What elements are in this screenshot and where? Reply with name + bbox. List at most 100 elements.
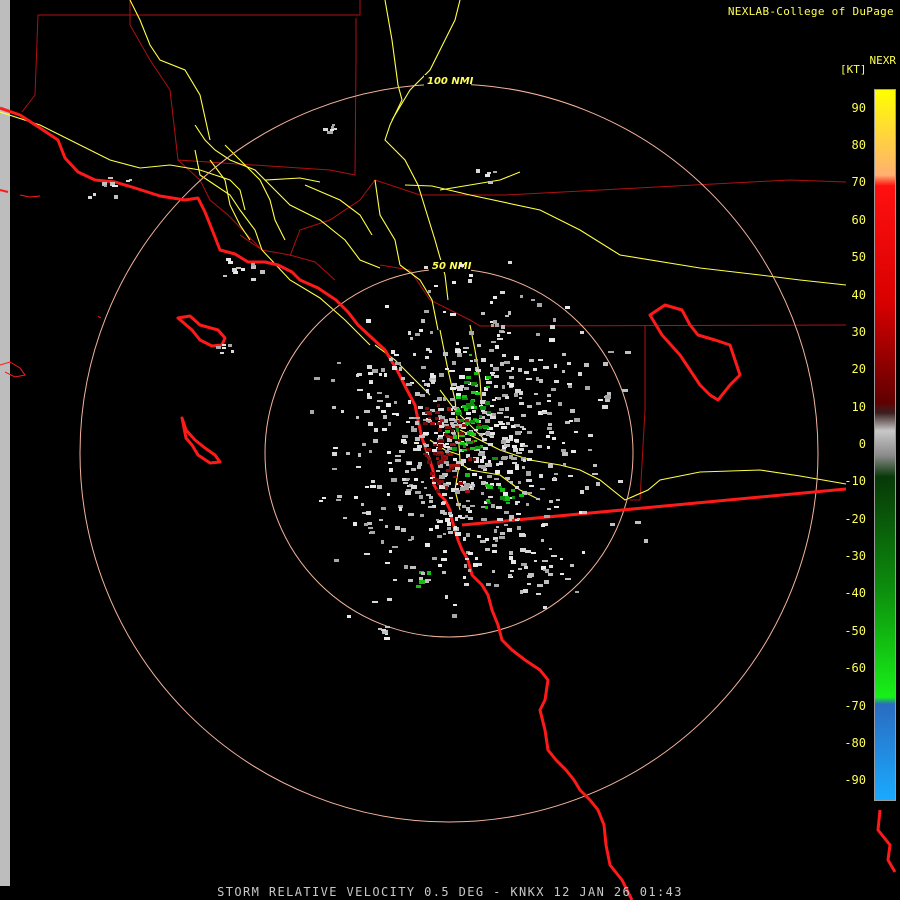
radar-echo-pixel [585,486,589,490]
radar-echo-pixel [504,444,510,447]
radar-echo-pixel [385,305,389,308]
radar-echo-pixel [511,560,516,564]
radar-echo-pixel [505,407,509,411]
radar-echo-pixel [377,392,382,394]
radar-echo-pixel [449,370,455,372]
radar-echo-pixel [425,455,429,457]
radar-echo-pixel [373,439,378,443]
radar-echo-pixel [463,537,466,541]
radar-echo-pixel [519,402,524,405]
radar-echo-pixel [439,475,445,479]
radar-echo-pixel [508,574,512,577]
radar-echo-pixel [490,301,493,304]
radar-echo-pixel [506,502,510,504]
radar-echo-pixel [543,366,549,369]
radar-echo-pixel [507,528,512,532]
radar-echo-pixel [381,540,384,544]
radar-echo-pixel [527,405,532,408]
radar-echo-pixel [504,524,508,526]
radar-echo-pixel [377,485,382,489]
radar-echo-pixel [371,480,375,483]
radar-echo-pixel [527,431,532,434]
radar-echo-pixel [498,421,503,423]
radar-echo-pixel [462,449,467,451]
radar-echo-pixel [226,258,231,261]
radar-echo-pixel [466,507,470,511]
legend-tick-label: 50 [851,250,866,265]
radar-echo-pixel [570,564,574,567]
radar-echo-pixel [547,446,550,449]
radar-echo-pixel [479,476,482,479]
radar-echo-pixel [487,475,492,478]
legend-tick-label: -80 [844,735,866,750]
radar-echo-pixel [420,394,425,397]
radar-echo-pixel [537,303,542,307]
radar-echo-pixel [233,272,237,274]
radar-echo-pixel [432,557,437,560]
radar-echo-pixel [482,456,486,459]
legend-tick-label: -20 [844,511,866,526]
radar-echo-pixel [405,470,409,473]
radar-echo-pixel [395,455,401,457]
radar-echo-pixel [536,498,540,500]
radar-echo-pixel [434,432,438,434]
radar-echo-pixel [393,579,397,581]
radar-echo-pixel [406,421,410,423]
legend-tick-label: 40 [851,287,866,302]
radar-echo-pixel [491,324,494,327]
radar-echo-pixel [496,483,501,486]
radar-echo-pixel [512,462,517,464]
radar-echo-pixel [474,372,478,375]
radar-echo-pixel [387,598,392,601]
radar-echo-pixel [457,353,462,357]
radar-echo-pixel [443,550,447,553]
radar-echo-pixel [418,406,423,409]
radar-echo-pixel [505,315,509,317]
radar-echo-pixel [466,412,471,415]
radar-echo-pixel [503,492,508,496]
radar-echo-pixel [443,533,446,535]
radar-echo-pixel [509,376,514,379]
radar-echo-pixel [492,413,496,416]
radar-echo-pixel [332,124,335,126]
radar-echo-pixel [451,488,455,492]
radar-echo-pixel [394,401,397,404]
radar-echo-pixel [622,389,628,392]
radar-echo-pixel [411,426,414,428]
radar-echo-pixel [523,445,528,447]
radar-echo-pixel [470,420,475,423]
radar-echo-pixel [565,578,571,580]
radar-echo-pixel [465,558,469,560]
radar-echo-pixel [542,560,548,562]
radar-echo-pixel [602,405,608,409]
radar-echo-pixel [394,354,399,356]
radar-echo-pixel [419,577,423,580]
radar-echo-pixel [565,306,570,309]
radar-echo-pixel [462,398,468,400]
radar-echo-pixel [571,450,576,453]
radar-echo-pixel [531,552,536,554]
radar-echo-pixel [488,496,493,498]
radar-echo-pixel [549,500,553,503]
radar-echo-pixel [568,475,573,477]
radar-echo-pixel [486,376,491,379]
radar-echo-pixel [478,453,482,456]
radar-echo-pixel [449,418,455,421]
radar-echo-pixel [364,553,370,555]
radar-echo-pixel [519,533,525,537]
radar-echo-pixel [433,444,437,446]
radar-echo-pixel [378,628,382,630]
radar-echo-pixel [353,522,357,526]
radar-echo-pixel [494,385,498,388]
radar-echo-pixel [554,364,557,368]
radar-echo-pixel [475,392,480,395]
radar-echo-pixel [528,450,533,453]
radar-echo-pixel [427,579,431,581]
radar-echo-pixel [406,478,410,480]
radar-echo-pixel [486,463,492,467]
radar-echo-pixel [497,397,501,400]
radar-echo-pixel [426,448,431,451]
radar-echo-pixel [385,395,389,398]
radar-echo-pixel [541,539,544,542]
radar-echo-pixel [493,171,497,173]
